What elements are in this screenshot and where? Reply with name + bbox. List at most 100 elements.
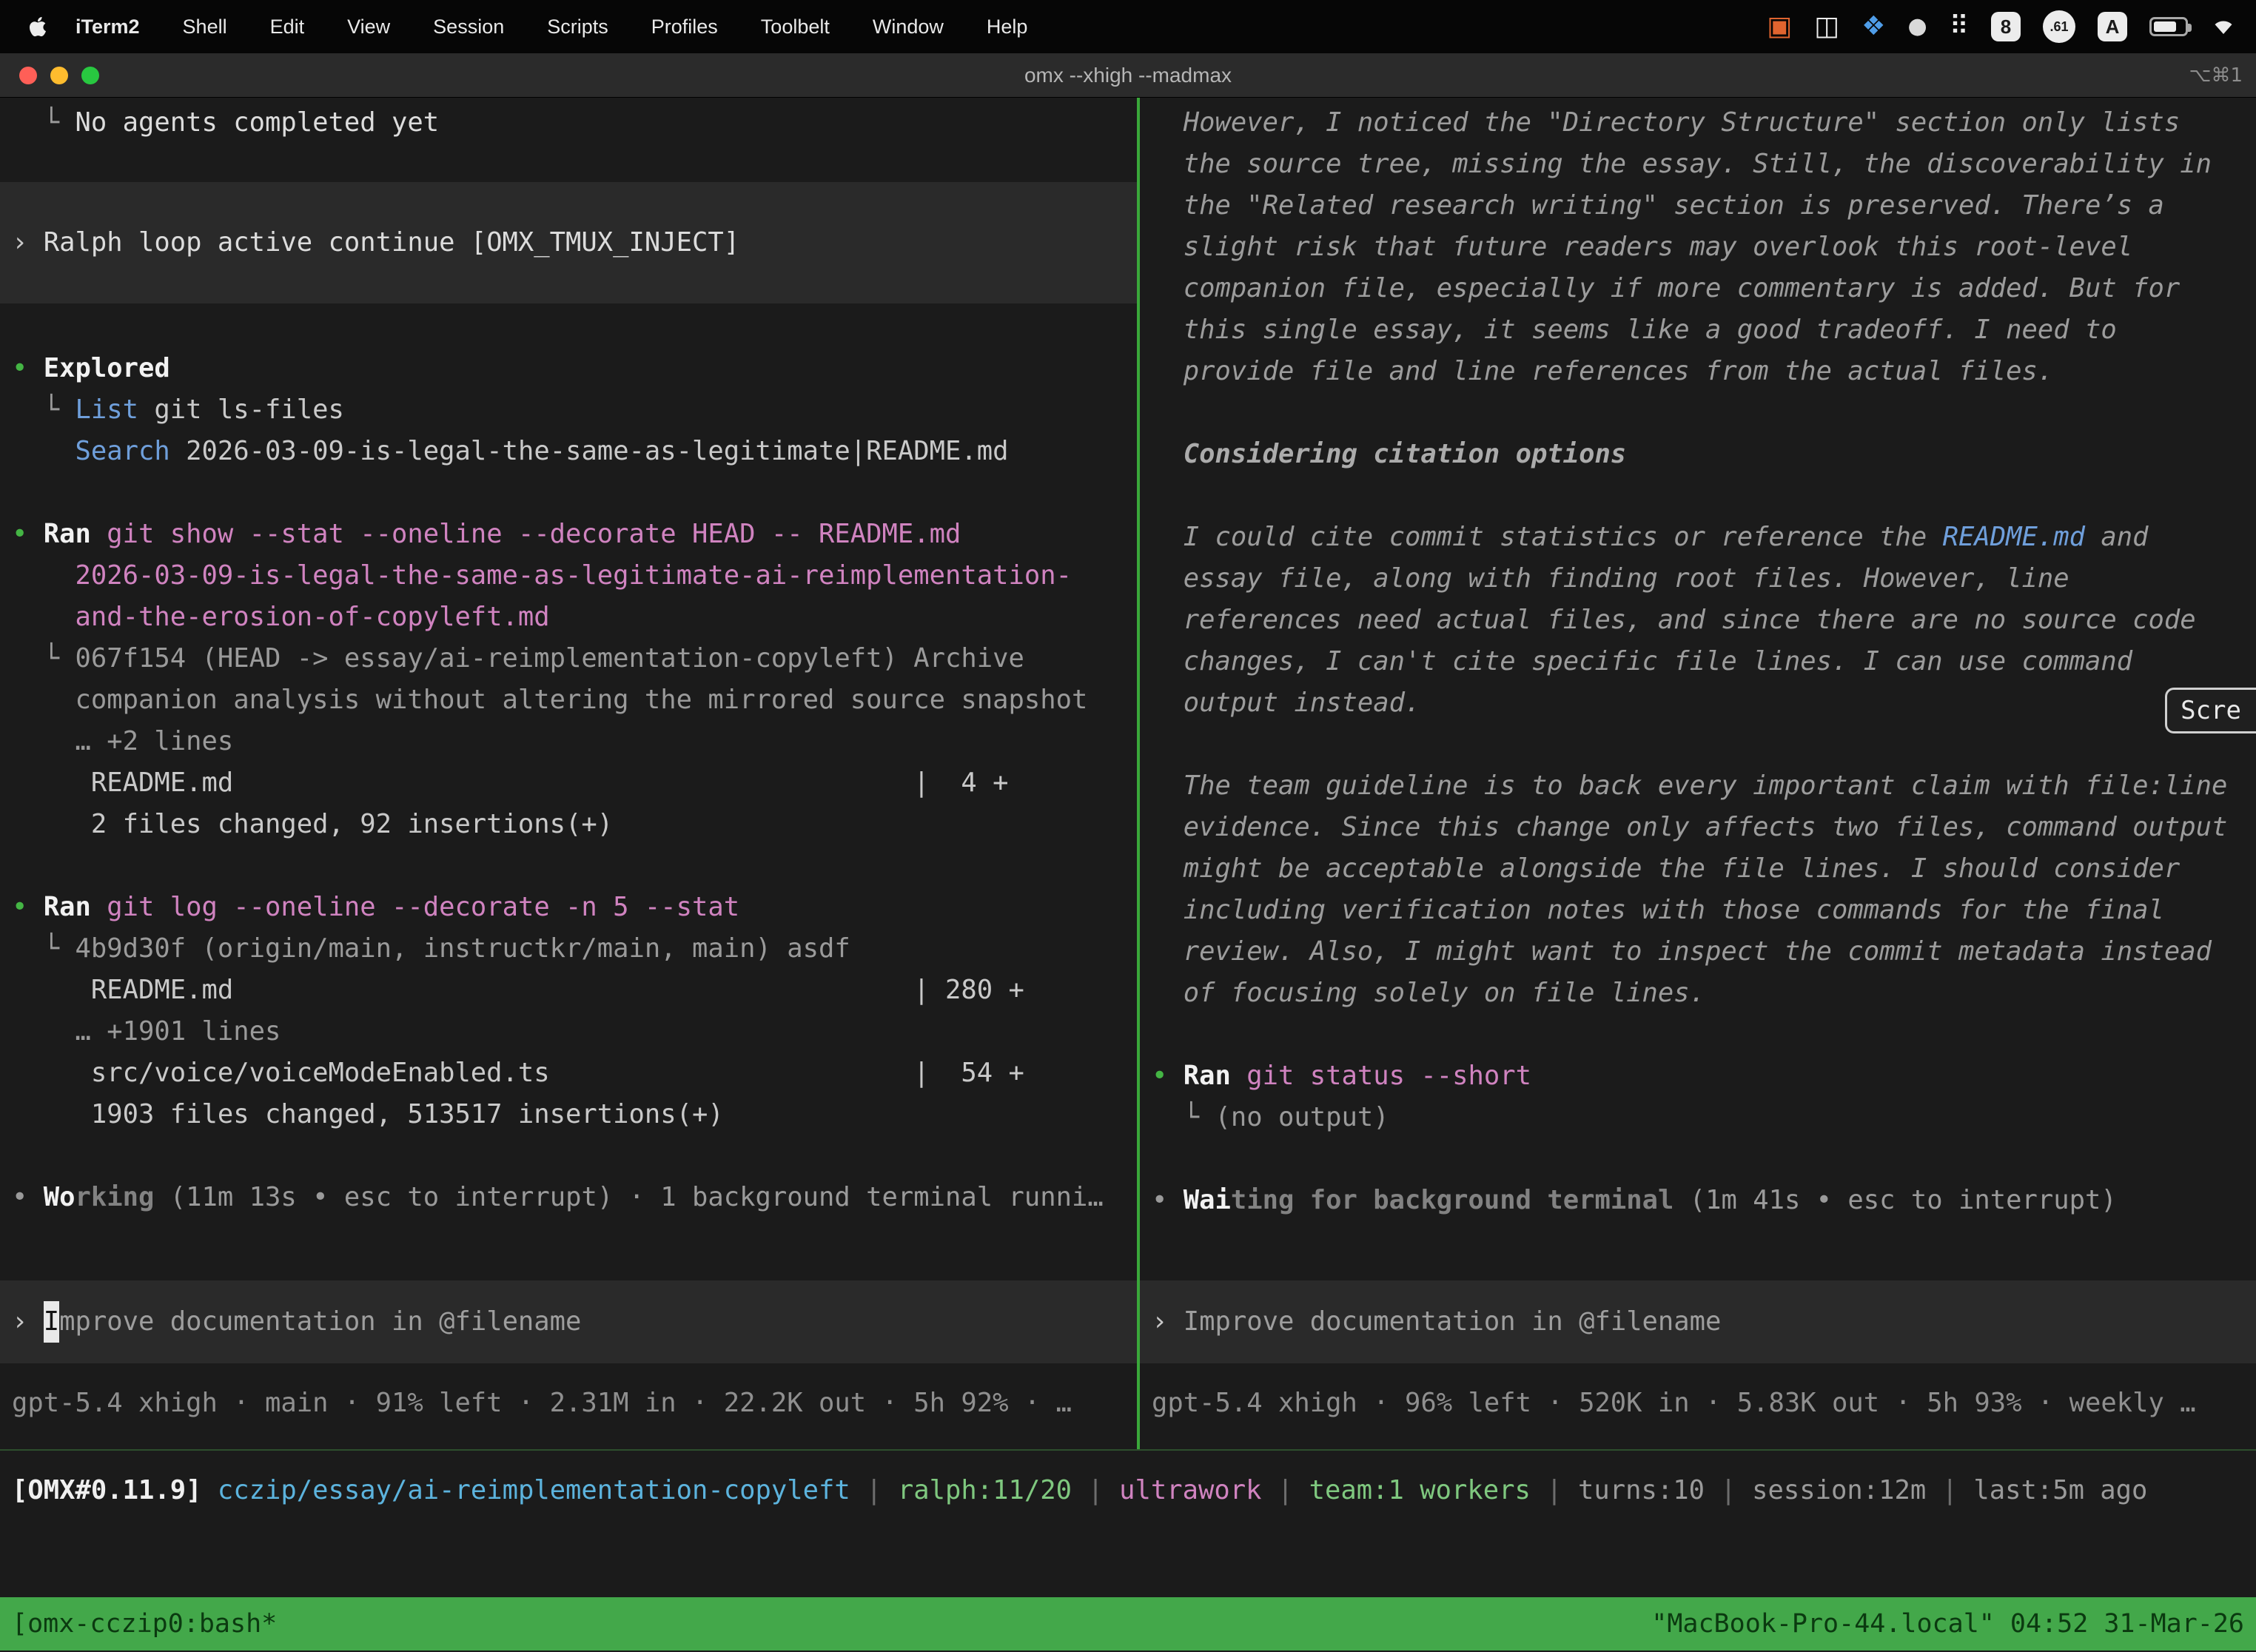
- round-app-icon[interactable]: ●: [1907, 16, 1927, 38]
- screen-overlay-button[interactable]: Scre: [2165, 688, 2256, 733]
- text-segment: cczip/essay/ai-reimplementation-copyleft: [218, 1475, 850, 1505]
- menu-window[interactable]: Window: [851, 16, 965, 38]
- text-segment: ›: [12, 1301, 44, 1343]
- text-segment: However, I noticed the "Directory Struct…: [1152, 107, 2180, 138]
- screen-recording-indicator-icon[interactable]: ▣: [1767, 13, 1792, 40]
- terminal-line: companion analysis without altering the …: [12, 679, 1137, 721]
- text-segment: rking: [75, 1182, 155, 1212]
- dots-grid-icon[interactable]: ⠿: [1950, 13, 1969, 40]
- text-segment: |: [1262, 1475, 1309, 1505]
- text-segment: |: [1531, 1475, 1578, 1505]
- minimize-button[interactable]: [50, 67, 68, 84]
- text-segment: README.md: [1943, 522, 2085, 552]
- blue-app-icon[interactable]: ❖: [1861, 13, 1885, 40]
- waiting-status-line: • Waiting for background terminal (1m 41…: [1152, 1180, 2256, 1221]
- terminal-line: including verification notes with those …: [1152, 890, 2256, 931]
- prompt-input-right[interactable]: › Improve documentation in @filename: [1140, 1280, 2256, 1363]
- window-title-bar[interactable]: omx --xhigh --madmax ⌥⌘1: [0, 53, 2256, 98]
- zoom-button[interactable]: [81, 67, 99, 84]
- text-segment: ralph:11/20: [898, 1475, 1072, 1505]
- menu-profiles[interactable]: Profiles: [630, 16, 739, 38]
- text-segment: Considering citation options: [1152, 439, 1626, 469]
- text-segment: this single essay, it seems like a good …: [1152, 315, 2117, 345]
- battery-icon[interactable]: [2149, 17, 2188, 36]
- ralph-inject-banner[interactable]: › Ralph loop active continue [OMX_TMUX_I…: [0, 182, 1137, 303]
- terminal-line: src/voice/voiceModeEnabled.ts | 54 +: [12, 1052, 1137, 1094]
- text-segment: |: [850, 1475, 898, 1505]
- terminal-line: [1152, 1014, 2256, 1055]
- ran-git-show-line: • Ran git show --stat --oneline --decora…: [12, 514, 1137, 555]
- terminal-line: └ 067f154 (HEAD -> essay/ai-reimplementa…: [12, 638, 1137, 679]
- text-segment: The team guideline is to back every impo…: [1152, 770, 2227, 801]
- terminal-line: … +1901 lines: [12, 1011, 1137, 1052]
- menu-toolbelt[interactable]: Toolbelt: [739, 16, 851, 38]
- terminal-line: output instead.: [1152, 682, 2256, 724]
- menu-status-icons: ▣ ◫ ❖ ● ⠿ 8 .61 A: [1767, 10, 2237, 43]
- menu-help[interactable]: Help: [965, 16, 1050, 38]
- explored-header-line: • Explored: [12, 348, 1137, 389]
- menu-iterm2[interactable]: iTerm2: [52, 16, 161, 38]
- text-segment: team:1 workers: [1309, 1475, 1531, 1505]
- text-segment: git ls-files: [138, 394, 344, 425]
- text-segment: •: [12, 892, 44, 922]
- text-segment: I could cite commit statistics or refere…: [1152, 522, 1943, 552]
- text-segment: (1m 41s • esc to interrupt): [1673, 1185, 2116, 1215]
- terminal-line: … +2 lines: [12, 721, 1137, 762]
- pane-right-content: However, I noticed the "Directory Struct…: [1140, 98, 2256, 1280]
- terminal-line: might be acceptable alongside the file l…: [1152, 848, 2256, 890]
- text-segment: turns:10: [1578, 1475, 1705, 1505]
- terminal-line: 2026-03-09-is-legal-the-same-as-legitima…: [12, 555, 1137, 597]
- text-segment: [OMX#0.11.9]: [12, 1475, 218, 1505]
- terminal-line: companion file, especially if more comme…: [1152, 268, 2256, 309]
- text-segment: last:5m ago: [1973, 1475, 2147, 1505]
- text-segment: Wai: [1184, 1185, 1231, 1215]
- terminal-line: [1152, 1138, 2256, 1180]
- text-segment: companion file, especially if more comme…: [1152, 273, 2180, 303]
- wifi-icon[interactable]: [2210, 16, 2237, 38]
- terminal-line: references need actual files, and since …: [1152, 600, 2256, 641]
- text-segment: output instead.: [1152, 688, 1420, 718]
- gauge-61-icon[interactable]: .61: [2043, 10, 2075, 43]
- text-segment: Ralph loop active continue [OMX_TMUX_INJ…: [44, 227, 739, 258]
- text-segment: including verification notes with those …: [1152, 895, 2164, 925]
- menu-view[interactable]: View: [326, 16, 412, 38]
- window-tiling-icon[interactable]: ◫: [1814, 13, 1839, 40]
- text-segment: references need actual files, and since …: [1152, 605, 2196, 635]
- terminal-area: └ No agents completed yet › Ralph loop ac…: [0, 98, 2256, 1451]
- text-segment: |: [1705, 1475, 1752, 1505]
- text-segment: changes, I can't cite specific file line…: [1152, 646, 2132, 676]
- terminal-line: of focusing solely on file lines.: [1152, 973, 2256, 1014]
- status-line-right: gpt-5.4 xhigh · 96% left · 520K in · 5.8…: [1140, 1383, 2256, 1424]
- text-segment: Improve documentation in @filename: [1184, 1301, 1722, 1343]
- text-segment: (11m 13s • esc to interrupt) · 1 backgro…: [154, 1182, 1103, 1212]
- text-segment: •: [12, 519, 44, 549]
- reasoning-heading: Considering citation options: [1152, 434, 2256, 475]
- text-segment: └: [12, 107, 75, 138]
- terminal-line: [1152, 392, 2256, 434]
- menu-shell[interactable]: Shell: [161, 16, 249, 38]
- macos-menu-bar: iTerm2ShellEditViewSessionScriptsProfile…: [0, 0, 2256, 53]
- text-segment: src/voice/voiceModeEnabled.ts | 54 +: [12, 1058, 1024, 1088]
- text-segment: companion analysis without altering the …: [12, 685, 1087, 715]
- menu-session[interactable]: Session: [412, 16, 526, 38]
- text-segment: 2026-03-09-is-legal-the-same-as-legitima…: [12, 560, 1072, 591]
- agents-status-line: └ No agents completed yet: [12, 102, 1137, 144]
- tmux-status-bar: [omx-cczip0:bash* "MacBook-Pro-44.local"…: [0, 1597, 2256, 1651]
- close-button[interactable]: [19, 67, 37, 84]
- apple-menu-icon[interactable]: [28, 16, 47, 38]
- terminal-line: essay file, along with finding root file…: [1152, 558, 2256, 600]
- text-segment: 2 files changed, 92 insertions(+): [12, 809, 613, 839]
- text-segment: provide file and line references from th…: [1152, 356, 2053, 386]
- terminal-pane-left[interactable]: └ No agents completed yet › Ralph loop ac…: [0, 98, 1137, 1449]
- input-source-icon[interactable]: A: [2098, 12, 2127, 41]
- working-status-line: • Working (11m 13s • esc to interrupt) ·…: [12, 1177, 1137, 1218]
- terminal-pane-right[interactable]: However, I noticed the "Directory Struct…: [1140, 98, 2256, 1449]
- text-segment: Search: [75, 436, 170, 466]
- terminal-line: evidence. Since this change only affects…: [1152, 807, 2256, 848]
- prompt-input-left[interactable]: › Improve documentation in @filename: [0, 1280, 1137, 1363]
- key-8-icon[interactable]: 8: [1991, 12, 2021, 41]
- menu-scripts[interactable]: Scripts: [526, 16, 630, 38]
- menu-edit[interactable]: Edit: [249, 16, 326, 38]
- text-segment: •: [1152, 1185, 1184, 1215]
- text-segment: •: [12, 353, 44, 383]
